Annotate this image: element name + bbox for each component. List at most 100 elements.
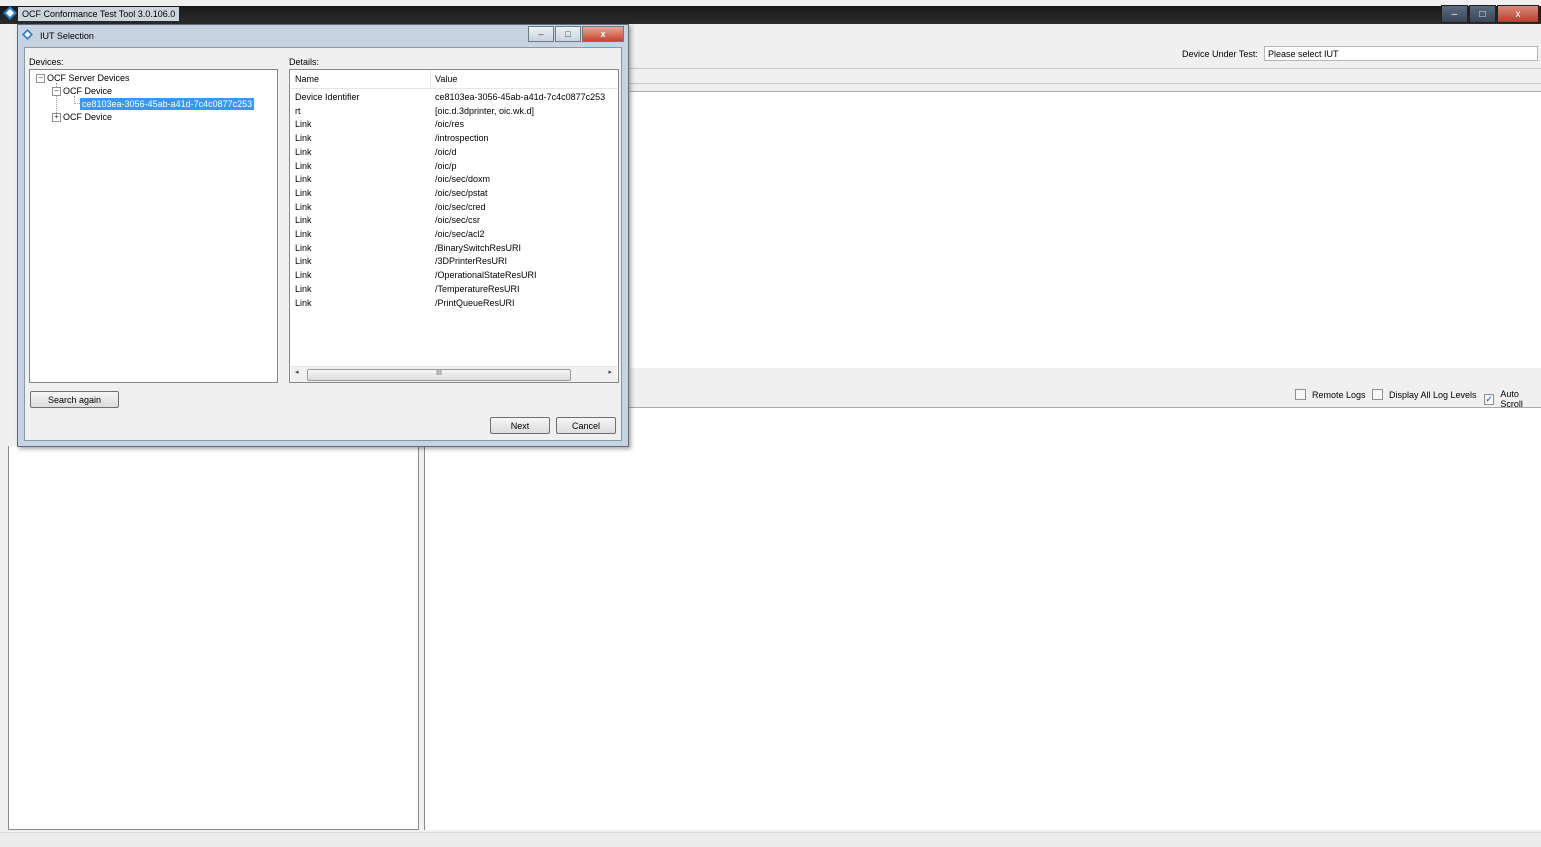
dialog-window-controls: – □ x <box>527 26 624 42</box>
details-row-name: Link <box>295 297 312 308</box>
details-list[interactable]: Name Value Device Identifier ce8103ea-305… <box>289 69 619 383</box>
next-button[interactable]: Next <box>490 417 550 434</box>
collapse-icon[interactable]: − <box>36 74 45 83</box>
main-window-controls: – □ x <box>1440 5 1539 23</box>
details-row-value: /TemperatureResURI <box>435 283 520 294</box>
details-row[interactable]: Link/oic/res <box>290 118 618 132</box>
details-row[interactable]: Link/oic/sec/pstat <box>290 187 618 201</box>
details-row-name: Link <box>295 146 312 157</box>
details-row[interactable]: Link/oic/d <box>290 146 618 160</box>
display-all-log-levels-label: Display All Log Levels <box>1389 389 1477 400</box>
details-row[interactable]: Link/3DPrinterResURI <box>290 255 618 269</box>
dialog-body: Devices: Details: − OCF Server Devices −… <box>24 47 622 441</box>
details-row-value: /oic/sec/csr <box>435 215 481 226</box>
cancel-button[interactable]: Cancel <box>556 417 616 434</box>
iut-selection-dialog: IUT Selection – □ x Devices: Details: − … <box>17 24 629 447</box>
tree-item-ocf-device[interactable]: OCF Device <box>63 85 112 97</box>
details-row-value: /oic/d <box>435 146 457 157</box>
details-row[interactable]: Link/oic/sec/cred <box>290 201 618 215</box>
details-row[interactable]: Link/oic/sec/csr <box>290 214 618 228</box>
details-row-name: rt <box>295 105 301 116</box>
details-row-value: /oic/sec/cred <box>435 201 486 212</box>
test-results-panel <box>630 91 1541 369</box>
app-logo-icon <box>3 6 17 20</box>
details-row-name: Link <box>295 160 312 171</box>
details-row-name: Device Identifier <box>295 92 360 102</box>
main-window-title: OCF Conformance Test Tool 3.0.106.0 <box>18 7 180 21</box>
details-row-name: Link <box>295 119 312 130</box>
details-row[interactable]: Link/oic/sec/acl2 <box>290 228 618 242</box>
tree-item-ocf-server-devices[interactable]: OCF Server Devices <box>47 72 130 84</box>
auto-scroll-checkbox[interactable]: ✓ Auto Scroll <box>1484 389 1541 409</box>
details-row-value: [oic.d.3dprinter, oic.wk.d] <box>435 105 535 116</box>
scroll-right-icon[interactable]: ▸ <box>608 368 612 376</box>
details-row-value: ce8103ea-3056-45ab-a41d-7c4c0877c253 <box>435 92 606 102</box>
log-output-area[interactable] <box>424 407 1541 830</box>
details-row-value: /BinarySwitchResURI <box>435 242 522 253</box>
details-label: Details: <box>289 57 320 67</box>
details-row-value: /oic/sec/doxm <box>435 174 491 185</box>
details-row-name: Link <box>295 256 312 267</box>
dut-field[interactable]: Please select IUT <box>1264 46 1538 61</box>
remote-logs-checkbox[interactable]: Remote Logs <box>1295 389 1366 400</box>
details-header: Name Value <box>290 70 618 89</box>
details-row[interactable]: Link/oic/sec/doxm <box>290 173 618 187</box>
search-again-button[interactable]: Search again <box>30 391 119 408</box>
column-header-name[interactable]: Name <box>295 74 319 84</box>
details-row[interactable]: Link/oic/p <box>290 160 618 174</box>
details-row[interactable]: Device Identifier ce8103ea-3056-45ab-a41d… <box>290 91 618 105</box>
tab-strip-divider <box>630 83 1541 84</box>
check-icon[interactable]: ✓ <box>1484 393 1495 405</box>
details-row[interactable]: Link/TemperatureResURI <box>290 283 618 297</box>
close-button[interactable]: x <box>1497 5 1539 23</box>
details-row-value: /OperationalStateResURI <box>435 270 537 281</box>
log-options-bar <box>630 368 1541 406</box>
tree-item-selected-device-id[interactable]: ce8103ea-3056-45ab-a41d-7c4c0877c253 <box>80 98 255 110</box>
test-tree-panel[interactable] <box>8 446 419 830</box>
dialog-minimize-button[interactable]: – <box>528 26 554 42</box>
dialog-close-button[interactable]: x <box>582 26 624 42</box>
details-row[interactable]: Link/PrintQueueResURI <box>290 297 618 311</box>
auto-scroll-label: Auto Scroll <box>1500 389 1523 409</box>
devices-label: Devices: <box>29 57 64 67</box>
minimize-button[interactable]: – <box>1441 5 1468 23</box>
details-row-value: /oic/p <box>435 160 457 171</box>
display-all-log-levels-checkbox[interactable]: Display All Log Levels <box>1372 389 1477 400</box>
dut-label: Device Under Test: <box>1182 49 1258 59</box>
dialog-maximize-button[interactable]: □ <box>555 26 581 42</box>
tree-item-ocf-device[interactable]: OCF Device <box>63 111 112 123</box>
collapse-icon[interactable]: − <box>52 87 61 96</box>
column-separator[interactable] <box>430 70 431 88</box>
details-row-value: /oic/sec/acl2 <box>435 229 485 239</box>
details-row[interactable]: Link/OperationalStateResURI <box>290 269 618 283</box>
details-row-value: /PrintQueueResURI <box>435 297 515 308</box>
details-row-value: /3DPrinterResURI <box>435 256 508 267</box>
details-row-value: /introspection <box>435 133 489 144</box>
scrollbar-thumb[interactable]: III <box>307 369 571 381</box>
details-row-name: Link <box>295 215 312 226</box>
details-row-name: Link <box>295 174 312 185</box>
details-row-name: Link <box>295 270 312 281</box>
details-row[interactable]: rt [oic.d.3dprinter, oic.wk.d] <box>290 105 618 119</box>
details-row-name: Link <box>295 283 312 294</box>
toolbar-divider <box>630 68 1541 69</box>
details-row-name: Link <box>295 229 312 239</box>
details-row[interactable]: Link/BinarySwitchResURI <box>290 242 618 256</box>
details-row-name: Link <box>295 201 312 212</box>
devices-tree[interactable]: − OCF Server Devices − OCF Device ce8103… <box>29 69 278 383</box>
details-row-name: Link <box>295 133 312 144</box>
details-row-value: /oic/sec/pstat <box>435 187 488 198</box>
details-row-value: /oic/res <box>435 119 465 130</box>
main-titlebar <box>0 6 1541 24</box>
details-row-name: Link <box>295 242 312 253</box>
expand-icon[interactable]: + <box>52 113 61 122</box>
horizontal-scrollbar[interactable]: ◂ III ▸ <box>291 366 617 382</box>
details-row[interactable]: Link/introspection <box>290 132 618 146</box>
maximize-button[interactable]: □ <box>1469 5 1496 23</box>
status-bar <box>0 832 1541 847</box>
scroll-left-icon[interactable]: ◂ <box>295 368 299 376</box>
column-header-value[interactable]: Value <box>435 74 457 84</box>
checkbox-box[interactable] <box>1372 389 1383 400</box>
details-row-name: Link <box>295 187 312 198</box>
checkbox-box[interactable] <box>1295 389 1306 400</box>
